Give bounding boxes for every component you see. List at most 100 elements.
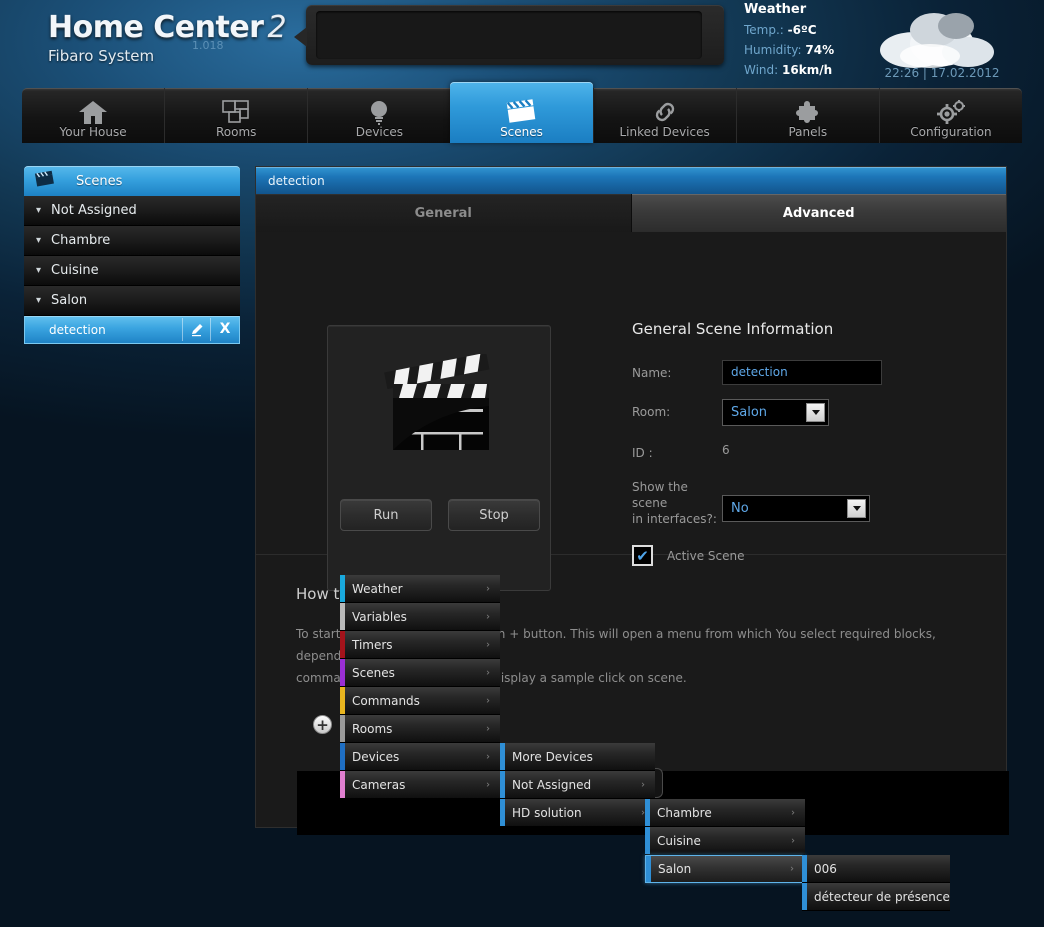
- chevron-right-icon: ›: [486, 667, 490, 678]
- menu-item-detecteur-de-presence[interactable]: détecteur de présence: [802, 883, 950, 911]
- bubble-tail-icon: [294, 27, 307, 47]
- tab-advanced-label: Advanced: [782, 205, 855, 221]
- devices-submenu: More Devices Not Assigned › HD solution …: [500, 743, 655, 827]
- sidebar-header-label: Scenes: [76, 173, 123, 189]
- nav-item-your-house[interactable]: Your House: [22, 88, 164, 143]
- sidebar-group-not-assigned[interactable]: ▾ Not Assigned: [24, 196, 240, 226]
- menu-item-not-assigned[interactable]: Not Assigned ›: [500, 771, 655, 799]
- notification-bubble[interactable]: [294, 5, 724, 65]
- link-icon: [652, 97, 678, 125]
- menu-item-label: Devices: [352, 749, 400, 764]
- menu-item-006[interactable]: 006: [802, 855, 950, 883]
- menu-item-rooms[interactable]: Rooms ›: [340, 715, 500, 743]
- nav-item-linked-devices[interactable]: Linked Devices: [592, 88, 736, 143]
- menu-item-salon[interactable]: Salon ›: [645, 855, 805, 883]
- sidebar-group-cuisine[interactable]: ▾ Cuisine: [24, 256, 240, 286]
- sidebar-item-detection[interactable]: detection X: [24, 316, 240, 344]
- brand-logo: Home Center 2 Fibaro System 1.018: [48, 10, 287, 65]
- room-select[interactable]: Salon: [722, 399, 829, 426]
- sidebar-header: Scenes: [24, 166, 240, 196]
- nav-item-panels[interactable]: Panels: [735, 88, 879, 143]
- menu-item-cameras[interactable]: Cameras ›: [340, 771, 500, 799]
- tab-general[interactable]: General: [256, 194, 632, 232]
- menu-item-devices[interactable]: Devices ›: [340, 743, 500, 771]
- hd-solution-submenu: Chambre › Cuisine › Salon ›: [645, 799, 805, 883]
- chevron-down-icon[interactable]: [806, 403, 825, 422]
- cloud-icon: [872, 4, 1004, 70]
- room-select-value: Salon: [731, 405, 768, 420]
- clapperboard-icon: [504, 97, 538, 125]
- menu-item-scenes[interactable]: Scenes ›: [340, 659, 500, 687]
- sidebar-group-salon[interactable]: ▾ Salon: [24, 286, 240, 316]
- nav-item-rooms[interactable]: Rooms: [164, 88, 307, 143]
- general-scene-information-form: General Scene Information Name: detectio…: [632, 320, 982, 566]
- rooms-icon: [221, 97, 251, 125]
- x-icon[interactable]: X: [211, 316, 239, 342]
- menu-item-more-devices[interactable]: More Devices: [500, 743, 655, 771]
- show-interfaces-label-line1: Show the scene: [632, 480, 688, 510]
- nav-item-devices[interactable]: Devices: [307, 88, 450, 143]
- menu-item-label: détecteur de présence: [814, 889, 950, 904]
- menu-item-timers[interactable]: Timers ›: [340, 631, 500, 659]
- nav-label-your-house: Your House: [59, 125, 127, 139]
- weather-wind-row: Wind: 16km/h: [744, 63, 874, 77]
- run-button[interactable]: Run: [340, 499, 432, 531]
- color-bar: [802, 883, 807, 910]
- menu-item-commands[interactable]: Commands ›: [340, 687, 500, 715]
- weather-temp-value: -6ºC: [787, 23, 817, 37]
- page-title: detection: [268, 173, 325, 188]
- weather-temp-row: Temp.: -6ºC: [744, 23, 874, 37]
- tab-bar: General Advanced: [256, 194, 1006, 232]
- add-block-button[interactable]: +: [313, 715, 332, 734]
- weather-wind-value: 16km/h: [782, 63, 833, 77]
- color-bar: [340, 715, 345, 742]
- show-interfaces-label: Show the scene in interfaces?:: [632, 479, 722, 527]
- weather-temp-label: Temp.:: [744, 23, 784, 37]
- menu-item-label: 006: [814, 861, 837, 876]
- salon-devices-submenu: 006 détecteur de présence: [802, 855, 950, 911]
- color-bar: [340, 743, 345, 770]
- brand-subtitle: Fibaro System: [48, 47, 155, 65]
- nav-label-devices: Devices: [355, 125, 403, 139]
- menu-item-hd-solution[interactable]: HD solution ›: [500, 799, 655, 827]
- menu-item-chambre[interactable]: Chambre ›: [645, 799, 805, 827]
- nav-item-scenes[interactable]: Scenes: [450, 82, 593, 143]
- chevron-right-icon: ›: [486, 639, 490, 650]
- app-header: Home Center 2 Fibaro System 1.018 Weather…: [0, 0, 1044, 88]
- menu-item-label: HD solution: [512, 805, 582, 820]
- chevron-down-icon[interactable]: [847, 499, 866, 518]
- form-heading: General Scene Information: [632, 320, 834, 338]
- name-input[interactable]: detection: [722, 360, 882, 385]
- menu-item-label: Chambre: [657, 805, 712, 820]
- show-interfaces-select[interactable]: No: [722, 495, 870, 522]
- stop-button[interactable]: Stop: [448, 499, 540, 531]
- sidebar-group-chambre[interactable]: ▾ Chambre: [24, 226, 240, 256]
- nav-item-configuration[interactable]: Configuration: [878, 88, 1022, 143]
- form-row-id: ID : 6: [632, 440, 982, 461]
- nav-label-panels: Panels: [788, 125, 828, 139]
- clapperboard-icon: [377, 352, 503, 454]
- form-row-show-in-interfaces: Show the scene in interfaces?: No: [632, 479, 982, 527]
- menu-item-variables[interactable]: Variables ›: [340, 603, 500, 631]
- menu-item-weather[interactable]: Weather ›: [340, 575, 500, 603]
- weather-humidity-label: Humidity:: [744, 43, 802, 57]
- chevron-right-icon: ›: [486, 611, 490, 622]
- color-bar: [645, 799, 650, 826]
- menu-item-cuisine[interactable]: Cuisine ›: [645, 827, 805, 855]
- chevron-down-icon: ▾: [36, 235, 42, 246]
- color-bar: [500, 771, 505, 798]
- bubble-inner-area: [316, 11, 702, 59]
- menu-item-label: Commands: [352, 693, 420, 708]
- nav-label-rooms: Rooms: [215, 125, 257, 139]
- sidebar-scene-label: detection: [49, 322, 106, 337]
- id-value: 6: [722, 443, 730, 457]
- pencil-icon[interactable]: [183, 316, 211, 342]
- color-bar: [340, 575, 345, 602]
- nav-label-scenes: Scenes: [500, 125, 543, 139]
- menu-item-label: Rooms: [352, 721, 393, 736]
- chevron-right-icon: ›: [486, 583, 490, 594]
- tab-advanced[interactable]: Advanced: [631, 194, 1006, 232]
- brand-title-text: Home Center: [48, 10, 264, 45]
- chevron-right-icon: ›: [486, 751, 490, 762]
- form-row-name: Name: detection: [632, 360, 982, 385]
